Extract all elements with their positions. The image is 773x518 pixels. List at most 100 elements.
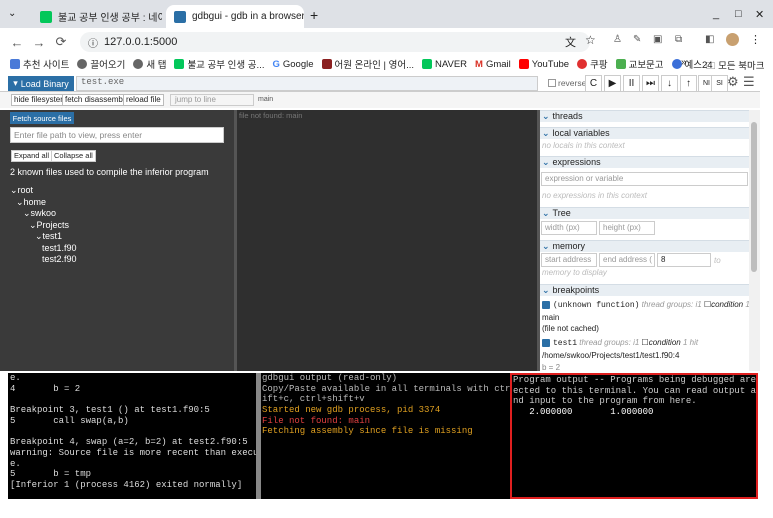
bookmark-item[interactable]: 어원 온라인 | 영어... — [321, 57, 414, 71]
bookmark-item[interactable]: 추천 사이트 — [10, 57, 69, 71]
tree-node-root[interactable]: ⌄root — [10, 185, 33, 196]
site-info-icon[interactable]: ⓘ — [88, 35, 98, 50]
bookmark-item[interactable]: 교보문고 — [615, 57, 664, 71]
memory-header[interactable]: ⌄ memory — [540, 240, 750, 252]
menu-hamburger-icon[interactable]: ☰ — [743, 74, 755, 90]
bookmark-item[interactable]: NAVER — [421, 59, 467, 70]
tree-node-home[interactable]: ⌄home — [16, 197, 46, 208]
reload-icon[interactable]: ⟳ — [50, 34, 72, 50]
memory-count-input[interactable]: 8 — [657, 253, 711, 267]
breakpoint-function-name: main — [542, 313, 560, 322]
tree-width-input[interactable]: width (px) — [541, 221, 597, 235]
bookmark-star-icon[interactable]: ☆ — [585, 33, 596, 47]
reverse-checkbox[interactable] — [548, 79, 556, 87]
breakpoint-row[interactable]: test1 thread groups: i1 ☐condition 1 hit — [542, 338, 698, 348]
tab-gdbgui[interactable]: gdbgui - gdb in a browser ✕ — [166, 5, 304, 28]
jump-to-line-input[interactable]: jump to line — [170, 94, 254, 106]
bookmark-item[interactable]: 쿠팡 — [577, 57, 608, 71]
extension-icon[interactable]: ♙ — [613, 34, 622, 45]
step-in-button[interactable]: ↓ — [661, 75, 678, 92]
globe-icon — [77, 59, 88, 69]
reload-file-button[interactable]: reload file — [123, 94, 164, 106]
tree-file-test1-f90[interactable]: test1.f90 — [42, 243, 77, 253]
bookmark-item[interactable]: 끌어오기 — [77, 57, 125, 71]
chevron-down-icon: ⌄ — [542, 241, 550, 251]
gdb-terminal[interactable]: e. 4 b = 2 Breakpoint 3, test1 () at tes… — [8, 373, 258, 499]
extension-icon[interactable]: ✎ — [633, 34, 641, 45]
pause-button[interactable]: II — [623, 75, 640, 92]
close-window-button[interactable]: ✕ — [755, 8, 764, 21]
breakpoints-header[interactable]: ⌄ breakpoints — [540, 284, 750, 296]
minimize-button[interactable]: _ — [713, 8, 719, 20]
profile-avatar[interactable] — [726, 33, 739, 46]
expression-input[interactable]: expression or variable — [541, 172, 748, 186]
globe-icon — [133, 59, 144, 69]
forward-arrow-icon[interactable]: → — [28, 35, 50, 50]
no-locals-text: no locals in this context — [542, 141, 625, 150]
step-instruction-button[interactable]: SI — [711, 75, 728, 92]
next-button[interactable]: ⏭ — [642, 75, 659, 92]
address-bar[interactable]: ⓘ 127.0.0.1:5000 — [80, 32, 590, 52]
more-bookmarks-icon[interactable]: » — [681, 57, 687, 68]
local-variables-header[interactable]: ⌄ local variables — [540, 127, 750, 139]
tree-node-swkoo[interactable]: ⌄swkoo — [23, 208, 56, 219]
terminal-line: 5 b = tmp — [10, 469, 92, 480]
youtube-icon — [518, 59, 529, 69]
bookmark-item[interactable]: 불교 공부 인생 공... — [174, 57, 264, 71]
url-text: 127.0.0.1:5000 — [104, 36, 178, 48]
naver-icon — [421, 59, 432, 69]
load-binary-button[interactable]: ▾ Load Binary — [8, 76, 74, 91]
sidepanel-icon[interactable]: ◧ — [705, 34, 714, 45]
all-bookmarks-button[interactable]: 🗀 모든 북마크 — [706, 58, 765, 75]
coupang-icon — [577, 59, 588, 69]
known-files-text: 2 known files used to compile the inferi… — [10, 167, 209, 177]
continue-button[interactable]: ▶ — [604, 75, 621, 92]
collapse-all-button[interactable]: Collapse all — [51, 150, 96, 162]
back-arrow-icon[interactable]: ← — [6, 35, 28, 50]
chevron-down-icon: ⌄ — [10, 185, 18, 195]
chevron-down-icon[interactable]: ▾ — [13, 78, 18, 89]
bookmark-item[interactable]: M Gmail — [475, 59, 511, 70]
bookmark-item[interactable]: 새 탭 — [133, 57, 166, 71]
threads-header[interactable]: ⌄ threads — [540, 110, 750, 122]
settings-gear-icon[interactable]: ⚙ — [727, 74, 739, 90]
binary-path-input[interactable]: test.exe — [76, 76, 538, 91]
tree-file-test2-f90[interactable]: test2.f90 — [42, 254, 77, 264]
expressions-header[interactable]: ⌄ expressions — [540, 156, 750, 168]
file-path-input[interactable]: Enter file path to view, press enter — [10, 127, 224, 143]
maximize-button[interactable]: □ — [735, 8, 742, 20]
breakpoint-row[interactable]: (unknown function) thread groups: i1 ☐co… — [542, 300, 760, 310]
source-status-text: file not found: main — [239, 111, 303, 120]
extensions-puzzle-icon[interactable]: ⧉ — [675, 34, 682, 45]
fetch-source-files-button[interactable]: Fetch source files — [10, 112, 74, 124]
naver-favicon-icon — [40, 10, 52, 23]
bookmark-item[interactable]: G Google — [272, 59, 313, 70]
breakpoint-path[interactable]: /home/swkoo/Projects/test1/test1.f90:4 — [542, 351, 679, 360]
terminal-line: Breakpoint 3, test1 () at test1.f90:5 — [10, 405, 210, 416]
memory-start-input[interactable]: start address — [541, 253, 597, 267]
step-out-button[interactable]: ↑ — [680, 75, 697, 92]
memory-end-input[interactable]: end address ( — [599, 253, 655, 267]
tab-naver-blog[interactable]: 불교 공부 인생 공부 : 네이버 블 ✕ — [32, 5, 162, 28]
fetch-disassembly-button[interactable]: fetch disassembly — [62, 94, 132, 106]
new-tab-button[interactable]: + — [310, 7, 318, 23]
breakpoint-checkbox[interactable] — [542, 338, 550, 347]
expand-all-button[interactable]: Expand all — [11, 150, 53, 162]
reverse-toggle[interactable]: reverse — [548, 78, 586, 88]
tree-height-input[interactable]: height (px) — [599, 221, 655, 235]
gdbgui-output-terminal[interactable]: gdbgui output (read-only) Copy/Paste ava… — [261, 373, 510, 499]
extension-icon[interactable]: ▣ — [653, 34, 662, 45]
breakpoint-checkbox[interactable] — [542, 300, 550, 309]
tree-header[interactable]: ⌄ Tree — [540, 207, 750, 219]
condition-icon[interactable]: ☐ — [642, 338, 649, 347]
program-output-terminal[interactable]: Program output -- Programs being debugge… — [510, 373, 758, 499]
tab-search-icon[interactable]: ⌄ — [8, 8, 16, 19]
tree-node-projects[interactable]: ⌄Projects — [29, 220, 69, 231]
restart-button[interactable]: C — [585, 75, 602, 92]
tree-node-test1[interactable]: ⌄test1 — [35, 231, 62, 242]
menu-kebab-icon[interactable]: ⋮ — [750, 33, 761, 46]
translate-icon[interactable]: 文 — [565, 34, 576, 50]
scrollbar-thumb[interactable] — [751, 122, 757, 272]
chevron-down-icon: ⌄ — [16, 197, 24, 207]
bookmark-item[interactable]: YouTube — [518, 59, 569, 70]
